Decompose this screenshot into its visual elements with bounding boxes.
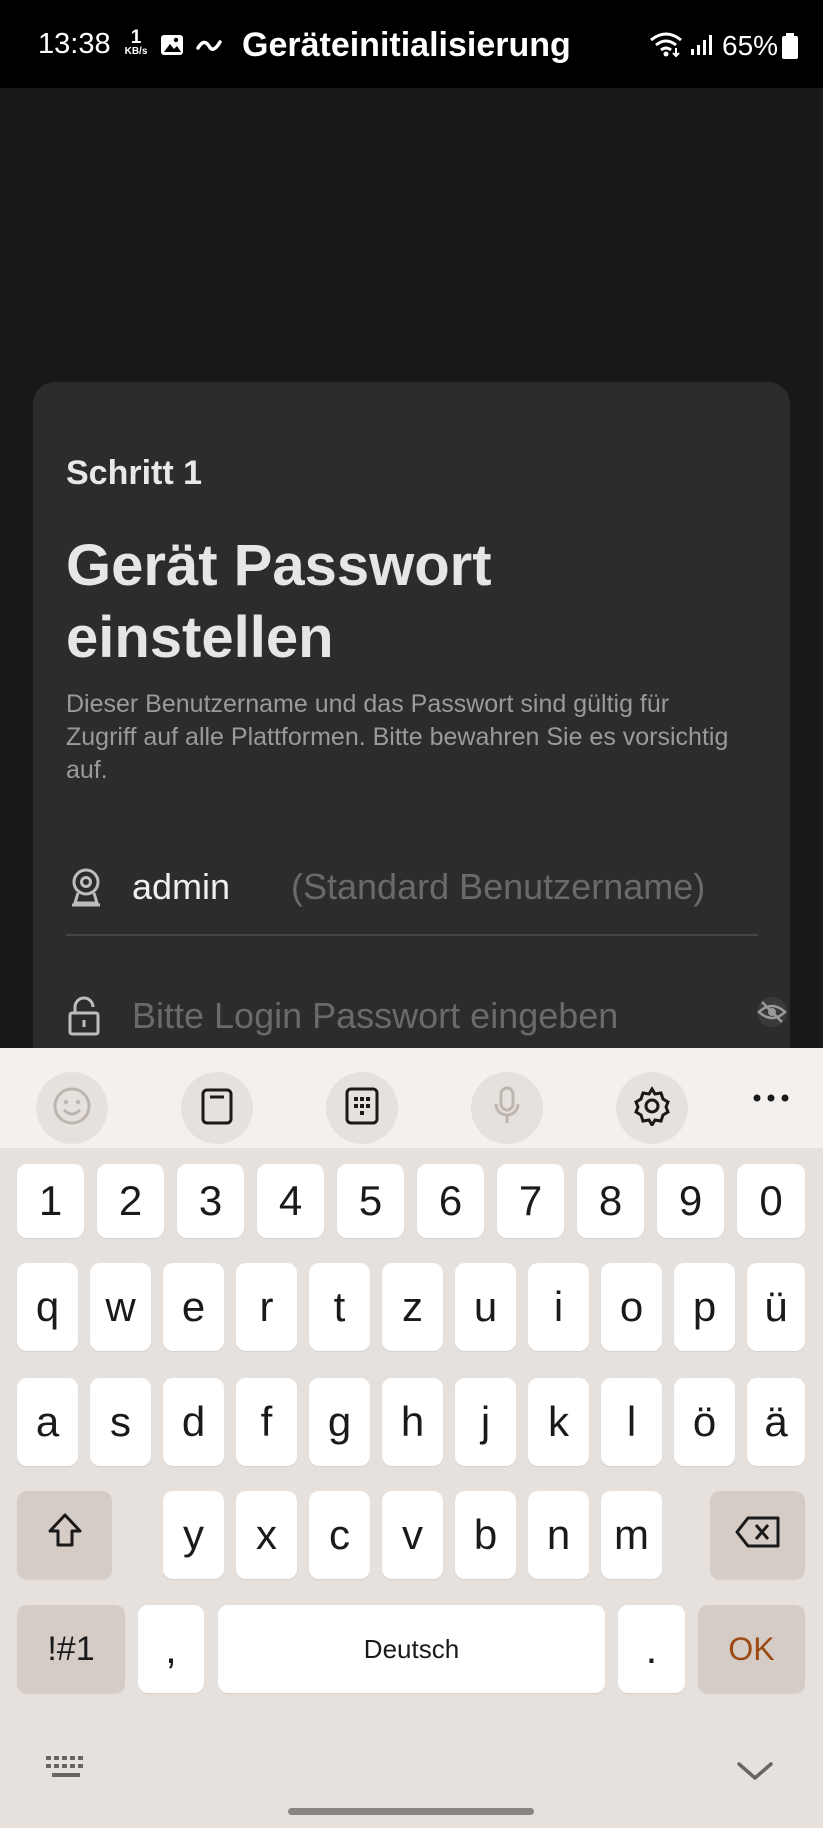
key-n[interactable]: n: [528, 1491, 589, 1579]
keyboard-switch-icon[interactable]: [44, 1754, 90, 1787]
key-0[interactable]: 0: [737, 1164, 805, 1238]
status-time: 13:38: [38, 28, 111, 60]
key-k[interactable]: k: [528, 1378, 589, 1466]
key-a[interactable]: a: [17, 1378, 78, 1466]
key-x[interactable]: x: [236, 1491, 297, 1579]
key-v[interactable]: v: [382, 1491, 443, 1579]
backspace-key[interactable]: [710, 1491, 805, 1579]
gear-icon: [632, 1085, 672, 1131]
username-value: admin: [132, 866, 231, 907]
keypad-icon: [345, 1087, 379, 1130]
on-screen-keyboard: 1 2 3 4 5 6 7 8 9 0 q w e r t z u i o p …: [0, 1048, 823, 1828]
key-j[interactable]: j: [455, 1378, 516, 1466]
key-ae[interactable]: ä: [747, 1378, 805, 1466]
card-title: Gerät Passwort einstellen: [66, 533, 492, 670]
key-2[interactable]: 2: [97, 1164, 164, 1238]
key-b[interactable]: b: [455, 1491, 516, 1579]
key-3[interactable]: 3: [177, 1164, 244, 1238]
key-r[interactable]: r: [236, 1263, 297, 1351]
backspace-icon: [734, 1511, 782, 1559]
keypad-mode-button[interactable]: [326, 1072, 398, 1144]
network-speed-value: 1: [130, 27, 142, 48]
battery-icon: [781, 32, 799, 65]
toggle-password-visibility-icon[interactable]: [754, 996, 790, 1033]
key-d[interactable]: d: [163, 1378, 224, 1466]
symbols-key[interactable]: !#1: [17, 1605, 125, 1693]
key-8[interactable]: 8: [577, 1164, 644, 1238]
key-p[interactable]: p: [674, 1263, 735, 1351]
emoji-button[interactable]: [36, 1072, 108, 1144]
username-row: admin (Standard Benutzername): [66, 858, 758, 936]
app-title: Geräteinitialisierung: [242, 26, 571, 64]
key-w[interactable]: w: [90, 1263, 151, 1351]
key-h[interactable]: h: [382, 1378, 443, 1466]
password-input[interactable]: [132, 990, 692, 1042]
shift-arrow-icon: [45, 1510, 85, 1560]
key-1[interactable]: 1: [17, 1164, 84, 1238]
card-description: Dieser Benutzername und das Passwort sin…: [66, 690, 729, 784]
space-key[interactable]: Deutsch: [218, 1605, 605, 1693]
key-t[interactable]: t: [309, 1263, 370, 1351]
ok-key[interactable]: OK: [698, 1605, 805, 1693]
key-q[interactable]: q: [17, 1263, 78, 1351]
key-m[interactable]: m: [601, 1491, 662, 1579]
hide-keyboard-icon[interactable]: [736, 1760, 774, 1787]
key-i[interactable]: i: [528, 1263, 589, 1351]
key-f[interactable]: f: [236, 1378, 297, 1466]
shift-key[interactable]: [17, 1491, 112, 1579]
key-c[interactable]: c: [309, 1491, 370, 1579]
key-o[interactable]: o: [601, 1263, 662, 1351]
key-l[interactable]: l: [601, 1378, 662, 1466]
clipboard-button[interactable]: [181, 1072, 253, 1144]
keyboard-toolbar: [0, 1048, 823, 1148]
link-icon: [194, 34, 224, 61]
emoji-icon: [52, 1086, 92, 1131]
key-7[interactable]: 7: [497, 1164, 564, 1238]
more-options-button[interactable]: [752, 1090, 790, 1108]
key-ue[interactable]: ü: [747, 1263, 805, 1351]
network-speed: 1 KB/s: [120, 28, 152, 57]
key-u[interactable]: u: [455, 1263, 516, 1351]
key-5[interactable]: 5: [337, 1164, 404, 1238]
key-z[interactable]: z: [382, 1263, 443, 1351]
lock-icon: [66, 996, 102, 1041]
step-label: Schritt 1: [66, 454, 203, 492]
status-bar: 13:38 1 KB/s Geräteinitialisierung 65%: [0, 0, 823, 88]
key-9[interactable]: 9: [657, 1164, 724, 1238]
signal-icon: [690, 34, 716, 61]
gesture-nav-bar[interactable]: [288, 1808, 534, 1815]
clipboard-icon: [200, 1086, 234, 1131]
key-6[interactable]: 6: [417, 1164, 484, 1238]
comma-key[interactable]: ,: [138, 1605, 204, 1693]
password-setup-card: Schritt 1 Gerät Passwort einstellen Dies…: [33, 382, 790, 1082]
keyboard-settings-button[interactable]: [616, 1072, 688, 1144]
key-y[interactable]: y: [163, 1491, 224, 1579]
key-g[interactable]: g: [309, 1378, 370, 1466]
key-4[interactable]: 4: [257, 1164, 324, 1238]
voice-input-button[interactable]: [471, 1072, 543, 1144]
key-oe[interactable]: ö: [674, 1378, 735, 1466]
more-dots-icon: [752, 1090, 790, 1107]
period-key[interactable]: .: [618, 1605, 685, 1693]
battery-level: 65%: [722, 30, 779, 61]
network-speed-unit: KB/s: [124, 46, 148, 57]
gallery-icon: [160, 34, 184, 61]
username-hint: (Standard Benutzername): [291, 866, 706, 907]
key-s[interactable]: s: [90, 1378, 151, 1466]
wifi-icon: [648, 30, 684, 63]
webcam-icon: [66, 866, 106, 913]
key-e[interactable]: e: [163, 1263, 224, 1351]
microphone-icon: [492, 1086, 522, 1131]
